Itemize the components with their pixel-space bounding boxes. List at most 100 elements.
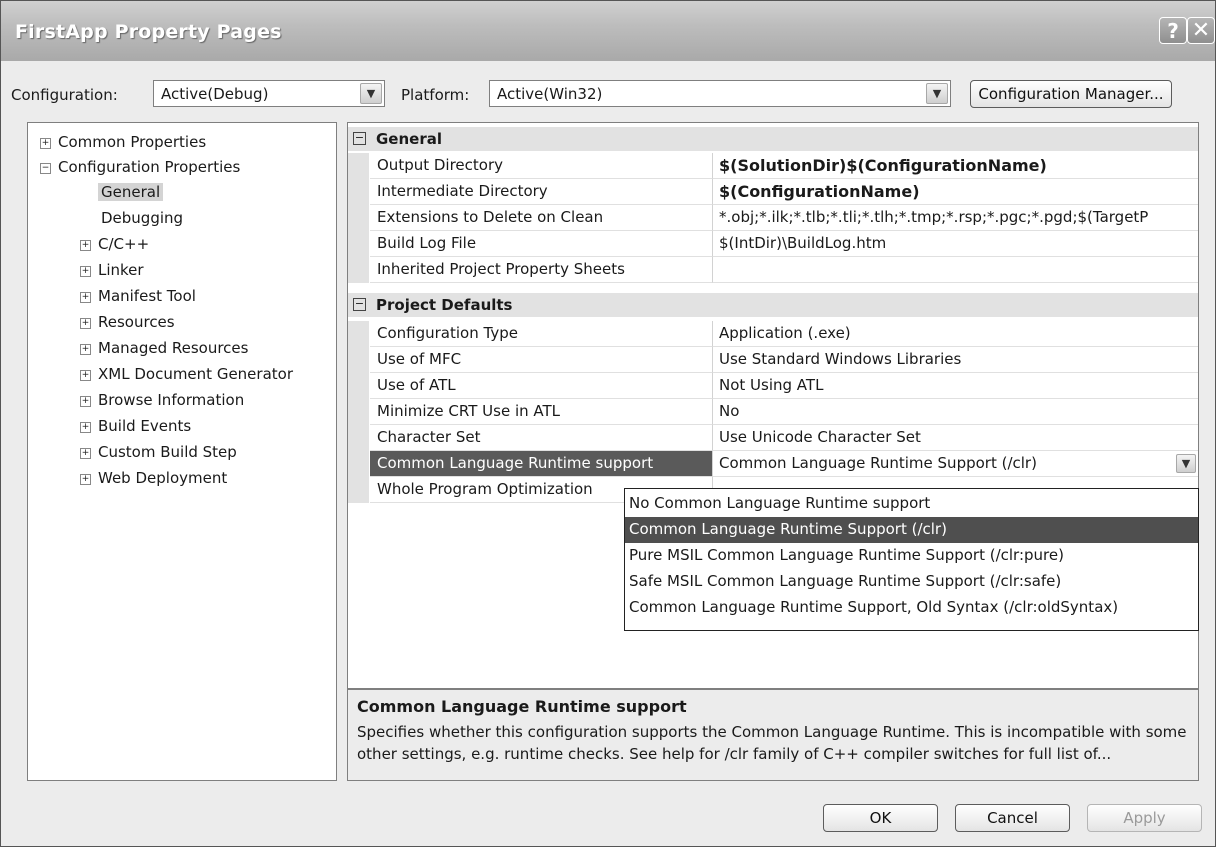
property-name: Use of MFC: [370, 347, 713, 373]
property-name: Common Language Runtime support: [370, 451, 713, 477]
tree-item-label: General: [98, 183, 164, 201]
property-row[interactable]: Use of MFC Use Standard Windows Librarie…: [348, 347, 1198, 373]
dropdown-option-highlighted[interactable]: Common Language Runtime Support (/clr): [625, 517, 1198, 543]
property-row[interactable]: Inherited Project Property Sheets: [348, 257, 1198, 283]
dropdown-option[interactable]: Safe MSIL Common Language Runtime Suppor…: [625, 569, 1198, 595]
configuration-value: Active(Debug): [161, 85, 269, 103]
property-row[interactable]: Build Log File $(IntDir)\BuildLog.htm: [348, 231, 1198, 257]
property-row-selected[interactable]: Common Language Runtime support Common L…: [348, 451, 1198, 477]
property-name: Character Set: [370, 425, 713, 451]
property-name: Inherited Project Property Sheets: [370, 257, 713, 283]
row-gutter: [348, 321, 369, 347]
row-gutter: [348, 373, 369, 399]
platform-select[interactable]: Active(Win32) ▼: [489, 80, 951, 107]
property-name: Extensions to Delete on Clean: [370, 205, 713, 231]
property-row[interactable]: Minimize CRT Use in ATL No: [348, 399, 1198, 425]
row-gutter: [348, 477, 369, 503]
dropdown-option[interactable]: Pure MSIL Common Language Runtime Suppor…: [625, 543, 1198, 569]
category-general[interactable]: − General: [348, 127, 1198, 151]
tree-item-label: C/C++: [98, 235, 150, 253]
row-gutter: [348, 257, 369, 283]
tree-item-label: Linker: [98, 261, 144, 279]
window-title: FirstApp Property Pages: [15, 21, 282, 43]
property-pages-window: FirstApp Property Pages ? ✕ Configuratio…: [0, 0, 1216, 847]
row-gutter: [348, 425, 369, 451]
dropdown-option[interactable]: No Common Language Runtime support: [625, 491, 1198, 517]
ok-button[interactable]: OK: [823, 804, 938, 832]
expand-icon[interactable]: +: [40, 138, 51, 149]
property-value[interactable]: [713, 257, 1198, 283]
tree-item-general[interactable]: General: [98, 183, 164, 201]
tree-item-label: Debugging: [101, 209, 184, 227]
property-value[interactable]: *.obj;*.ilk;*.tlb;*.tli;*.tlh;*.tmp;*.rs…: [713, 205, 1198, 231]
row-gutter: [348, 205, 369, 231]
expand-icon[interactable]: +: [80, 266, 91, 277]
property-name: Build Log File: [370, 231, 713, 257]
property-row[interactable]: Configuration Type Application (.exe): [348, 321, 1198, 347]
description-title: Common Language Runtime support: [357, 697, 687, 716]
tree-item-label: Manifest Tool: [98, 287, 196, 305]
help-button[interactable]: ?: [1159, 17, 1187, 44]
property-row[interactable]: Intermediate Directory $(ConfigurationNa…: [348, 179, 1198, 205]
configuration-manager-button[interactable]: Configuration Manager...: [970, 80, 1172, 108]
row-gutter: [348, 153, 369, 179]
tree-item-label: XML Document Generator: [98, 365, 293, 383]
apply-button[interactable]: Apply: [1087, 804, 1202, 832]
property-row[interactable]: Output Directory $(SolutionDir)$(Configu…: [348, 153, 1198, 179]
category-title: Project Defaults: [376, 296, 513, 314]
category-project-defaults[interactable]: − Project Defaults: [348, 293, 1198, 317]
property-name: Minimize CRT Use in ATL: [370, 399, 713, 425]
property-value-select[interactable]: Common Language Runtime Support (/clr) ▼: [713, 451, 1198, 477]
tree-item-label: Managed Resources: [98, 339, 249, 357]
tree-item-debugging[interactable]: Debugging: [101, 209, 183, 227]
property-value[interactable]: No: [713, 399, 1198, 425]
tree-item-label: Build Events: [98, 417, 192, 435]
chevron-down-icon[interactable]: ▼: [926, 83, 948, 104]
expand-icon[interactable]: +: [80, 318, 91, 329]
property-name: Configuration Type: [370, 321, 713, 347]
tree-item-label: Custom Build Step: [98, 443, 237, 461]
chevron-down-icon[interactable]: ▼: [360, 83, 382, 104]
property-row[interactable]: Extensions to Delete on Clean *.obj;*.il…: [348, 205, 1198, 231]
property-value[interactable]: Use Standard Windows Libraries: [713, 347, 1198, 373]
configuration-label: Configuration:: [11, 86, 118, 104]
category-title: General: [376, 130, 442, 148]
row-gutter: [348, 451, 369, 477]
property-value[interactable]: $(ConfigurationName): [713, 179, 1198, 205]
collapse-icon[interactable]: −: [40, 163, 51, 174]
expand-icon[interactable]: +: [80, 396, 91, 407]
clr-support-dropdown[interactable]: No Common Language Runtime support Commo…: [624, 488, 1199, 631]
platform-value: Active(Win32): [497, 85, 603, 103]
tree-item-label: Common Properties: [58, 133, 207, 151]
expand-icon[interactable]: +: [80, 474, 91, 485]
expand-icon[interactable]: +: [80, 292, 91, 303]
platform-label: Platform:: [401, 86, 470, 104]
expand-icon[interactable]: +: [80, 370, 91, 381]
expand-icon[interactable]: +: [80, 240, 91, 251]
collapse-icon[interactable]: −: [353, 132, 366, 145]
property-value[interactable]: Not Using ATL: [713, 373, 1198, 399]
property-value[interactable]: $(IntDir)\BuildLog.htm: [713, 231, 1198, 257]
collapse-icon[interactable]: −: [353, 298, 366, 311]
expand-icon[interactable]: +: [80, 448, 91, 459]
title-bar[interactable]: FirstApp Property Pages ? ✕: [1, 1, 1215, 61]
close-button[interactable]: ✕: [1187, 17, 1215, 44]
row-gutter: [348, 399, 369, 425]
expand-icon[interactable]: +: [80, 422, 91, 433]
property-row[interactable]: Character Set Use Unicode Character Set: [348, 425, 1198, 451]
expand-icon[interactable]: +: [80, 344, 91, 355]
property-row[interactable]: Use of ATL Not Using ATL: [348, 373, 1198, 399]
chevron-down-icon[interactable]: ▼: [1176, 454, 1196, 473]
description-panel: Common Language Runtime support Specifie…: [347, 689, 1199, 781]
property-tree[interactable]: + Common Properties − Configuration Prop…: [27, 122, 337, 781]
tree-item-label: Resources: [98, 313, 175, 331]
cancel-button[interactable]: Cancel: [955, 804, 1070, 832]
row-gutter: [348, 347, 369, 373]
property-value[interactable]: Application (.exe): [713, 321, 1198, 347]
tree-item-label: Configuration Properties: [58, 158, 241, 176]
property-value[interactable]: Use Unicode Character Set: [713, 425, 1198, 451]
configuration-select[interactable]: Active(Debug) ▼: [153, 80, 385, 107]
dropdown-option[interactable]: Common Language Runtime Support, Old Syn…: [625, 595, 1198, 621]
property-value: Common Language Runtime Support (/clr): [719, 454, 1037, 472]
property-value[interactable]: $(SolutionDir)$(ConfigurationName): [713, 153, 1198, 179]
